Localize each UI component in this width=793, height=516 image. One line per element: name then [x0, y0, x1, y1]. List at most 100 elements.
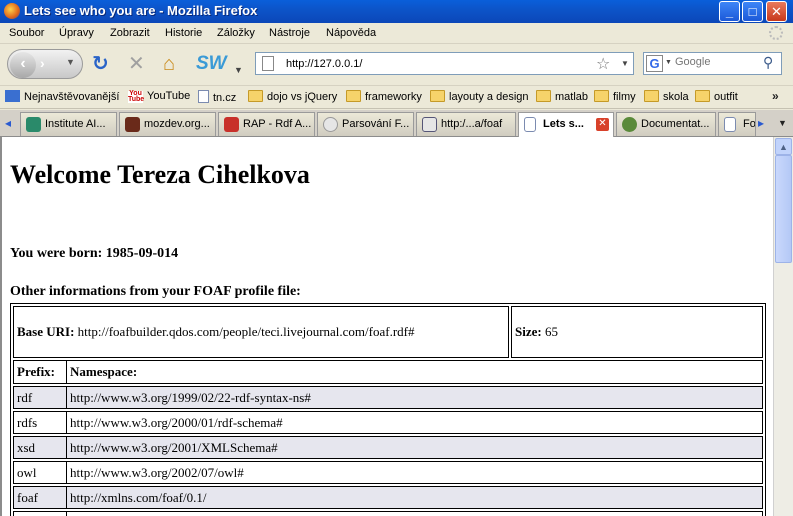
sw-dropdown-icon[interactable]: ▼ — [234, 59, 243, 81]
search-box[interactable]: G ▼ ⚲ — [643, 52, 782, 75]
scroll-up-icon[interactable]: ▲ — [775, 138, 792, 155]
tab-foaf[interactable]: http:/...a/foaf — [416, 112, 516, 136]
menu-bar: Soubor Úpravy Zobrazit Historie Záložky … — [0, 23, 793, 44]
namespace-header: Namespace: — [67, 360, 763, 384]
vertical-scrollbar[interactable]: ▲ — [773, 137, 793, 516]
url-dropdown-icon[interactable]: ▼ — [621, 59, 629, 68]
reload-icon[interactable]: ↻ — [92, 53, 109, 75]
search-input[interactable] — [675, 56, 760, 68]
page-icon — [524, 117, 536, 132]
site-icon — [224, 117, 239, 132]
scroll-tabs-right-icon[interactable]: ▸ — [758, 116, 764, 130]
folder-icon — [430, 90, 445, 102]
throbber-icon — [769, 26, 783, 40]
scroll-tabs-left-icon[interactable]: ◂ — [5, 116, 11, 130]
menu-tools[interactable]: Nástroje — [269, 27, 310, 39]
youtube-icon: You Tube — [128, 90, 145, 103]
site-icon — [323, 117, 338, 132]
bookmark-star-icon[interactable]: ☆ — [596, 54, 610, 74]
back-button[interactable]: ‹ — [10, 52, 36, 78]
tab-institute-ai[interactable]: Institute AI... — [20, 112, 117, 136]
folder-icon — [644, 90, 659, 102]
close-tab-icon[interactable]: ✕ — [596, 118, 609, 131]
base-uri-cell: Base URI: http://foafbuilder.qdos.com/pe… — [13, 306, 509, 358]
table-row — [13, 511, 763, 516]
bookmark-folder-filmy[interactable]: filmy — [594, 90, 636, 106]
tab-documentation[interactable]: Documentat... — [616, 112, 716, 136]
menu-file[interactable]: Soubor — [9, 27, 44, 39]
tab-parsovani[interactable]: Parsování F... — [317, 112, 414, 136]
tab-bar: ◂ Institute AI... mozdev.org... RAP - Rd… — [0, 110, 793, 137]
close-button[interactable]: ✕ — [766, 1, 787, 22]
namespace-table: Prefix: Namespace: rdf http://www.w3.org… — [13, 358, 763, 516]
tab-fo[interactable]: Fo — [718, 112, 756, 136]
url-bar[interactable]: http://127.0.0.1/ ☆ ▼ — [255, 52, 634, 75]
namespace-cell: http://xmlns.com/foaf/0.1/ — [67, 486, 763, 509]
maximize-button[interactable]: □ — [742, 1, 763, 22]
other-info-heading: Other informations from your FOAF profil… — [10, 284, 301, 299]
prefix-cell: rdf — [13, 386, 67, 409]
window-title: Lets see who you are - Mozilla Firefox — [24, 3, 258, 18]
size-cell: Size: 65 — [511, 306, 763, 358]
menu-edit[interactable]: Úpravy — [59, 27, 94, 39]
tab-lets-see[interactable]: Lets s... ✕ — [518, 112, 614, 137]
site-identity-icon[interactable] — [262, 56, 274, 71]
prefix-cell: xsd — [13, 436, 67, 459]
bookmark-youtube[interactable]: You Tube YouTube — [128, 90, 190, 106]
namespace-section: Prefix: Namespace: rdf http://www.w3.org… — [13, 360, 763, 516]
page-icon — [198, 90, 209, 103]
scrollbar-thumb[interactable] — [775, 155, 792, 263]
stop-icon[interactable]: ✕ — [128, 53, 145, 75]
site-icon — [422, 117, 437, 132]
prefix-cell: foaf — [13, 486, 67, 509]
sw-icon[interactable]: SW — [196, 53, 227, 75]
foaf-info-table: Base URI: http://foafbuilder.qdos.com/pe… — [10, 303, 766, 516]
namespace-cell: http://www.w3.org/2002/07/owl# — [67, 461, 763, 484]
page-icon — [724, 117, 736, 132]
table-row: foaf http://xmlns.com/foaf/0.1/ — [13, 486, 763, 509]
bookmark-folder-outfit[interactable]: outfit — [695, 90, 738, 106]
size-value: 65 — [544, 324, 558, 339]
bookmark-tn[interactable]: tn.cz — [198, 90, 236, 106]
bookmark-folder-dojo[interactable]: dojo vs jQuery — [248, 90, 337, 106]
bookmark-most-visited[interactable]: Nejnavštěvovanější — [5, 90, 119, 106]
namespace-cell: http://www.w3.org/2001/XMLSchema# — [67, 436, 763, 459]
history-dropdown-icon[interactable]: ▼ — [66, 57, 75, 67]
site-icon — [622, 117, 637, 132]
menu-bookmarks[interactable]: Záložky — [217, 27, 255, 39]
forward-button[interactable]: › — [40, 55, 45, 71]
table-row: rdfs http://www.w3.org/2000/01/rdf-schem… — [13, 411, 763, 434]
back-forward-group: ‹ › ▼ — [7, 49, 83, 79]
url-text[interactable]: http://127.0.0.1/ — [286, 58, 362, 70]
table-row: owl http://www.w3.org/2002/07/owl# — [13, 461, 763, 484]
bookmark-folder-frameworky[interactable]: frameworky — [346, 90, 422, 106]
base-uri-value: http://foafbuilder.qdos.com/people/teci.… — [77, 324, 415, 339]
menu-view[interactable]: Zobrazit — [110, 27, 150, 39]
namespace-header-row: Prefix: Namespace: — [13, 360, 763, 384]
birth-date: You were born: 1985-09-014 — [10, 246, 179, 261]
site-icon — [125, 117, 140, 132]
folder-icon — [536, 90, 551, 102]
bookmark-folder-layouty[interactable]: layouty a design — [430, 90, 529, 106]
bookmark-folder-matlab[interactable]: matlab — [536, 90, 588, 106]
menu-history[interactable]: Historie — [165, 27, 202, 39]
prefix-cell: owl — [13, 461, 67, 484]
namespace-cell: http://www.w3.org/2000/01/rdf-schema# — [67, 411, 763, 434]
folder-icon — [346, 90, 361, 102]
menu-help[interactable]: Nápověda — [326, 27, 376, 39]
minimize-button[interactable]: _ — [719, 1, 740, 22]
bookmarks-star-icon — [5, 90, 20, 102]
page-title: Welcome Tereza Cihelkova — [10, 160, 310, 189]
tab-rap[interactable]: RAP - Rdf A... — [218, 112, 315, 136]
folder-icon — [695, 90, 710, 102]
search-engine-dropdown-icon[interactable]: ▼ — [665, 59, 672, 66]
more-bookmarks-chevron-icon[interactable]: » — [772, 89, 779, 103]
google-icon[interactable]: G — [646, 55, 663, 72]
list-all-tabs-icon[interactable]: ▼ — [778, 118, 787, 128]
tab-mozdev[interactable]: mozdev.org... — [119, 112, 216, 136]
table-row: xsd http://www.w3.org/2001/XMLSchema# — [13, 436, 763, 459]
bookmark-folder-skola[interactable]: skola — [644, 90, 689, 106]
home-icon[interactable]: ⌂ — [163, 53, 175, 75]
search-icon[interactable]: ⚲ — [763, 54, 773, 71]
folder-icon — [248, 90, 263, 102]
